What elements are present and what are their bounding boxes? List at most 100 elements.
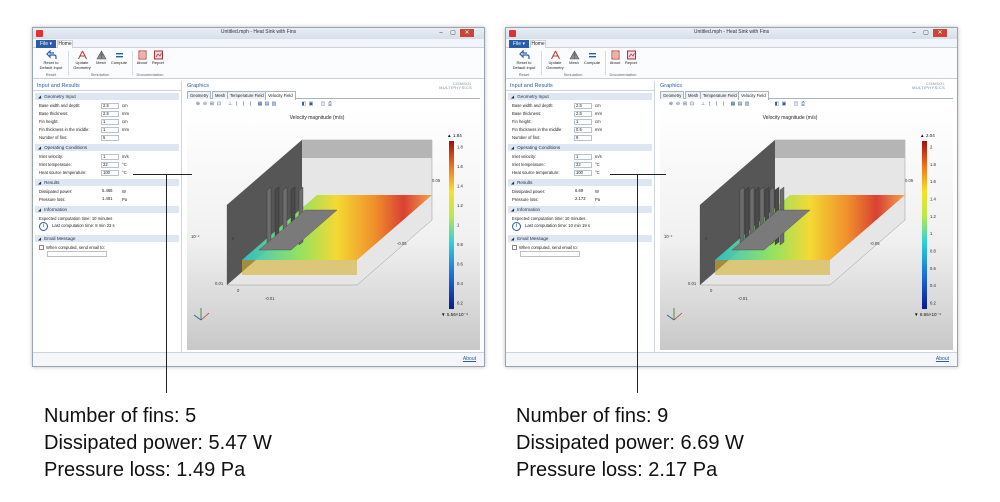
email-address-input[interactable] <box>47 251 107 257</box>
plot-canvas[interactable]: Velocity magnitude (m/s) 0.05 0.01 0 -0.01 0-… <box>187 110 480 350</box>
print-icon[interactable]: ⎙ <box>327 101 333 107</box>
tab-geometry[interactable]: Geometry <box>187 91 212 99</box>
close-button[interactable]: ✕ <box>460 29 474 37</box>
wireframe-icon[interactable]: ▥ <box>744 101 750 107</box>
grid-icon[interactable]: ▦ <box>257 101 263 107</box>
section-email-message[interactable]: ◢ Email Message <box>35 235 179 242</box>
fin-thickness-input[interactable]: 0.5 <box>574 127 592 133</box>
compute-button[interactable]: Compute <box>109 50 129 66</box>
zoom-out-icon[interactable]: ⊖ <box>202 101 208 107</box>
view-axis-icon[interactable]: ⊥ <box>227 101 233 107</box>
email-checkbox[interactable] <box>39 245 44 251</box>
view-zx-icon[interactable]: ⌊ <box>721 101 727 107</box>
section-information[interactable]: ◢ Information <box>35 206 179 213</box>
zoom-in-icon[interactable]: ⊕ <box>195 101 201 107</box>
base-thickness-input[interactable]: 2.5 <box>101 111 119 117</box>
mesh-button[interactable]: Mesh <box>93 50 109 66</box>
scene-light-icon[interactable]: ◧ <box>774 101 780 107</box>
scene-light-icon[interactable]: ◧ <box>301 101 307 107</box>
view-axis-icon[interactable]: ⊥ <box>700 101 706 107</box>
about-button[interactable]: About <box>607 50 623 66</box>
number-of-fins-input[interactable]: 9 <box>574 135 592 141</box>
section-email-message[interactable]: ◢ Email Message <box>508 235 652 242</box>
fin-height-input[interactable]: 1 <box>101 119 119 125</box>
zoom-extents-icon[interactable]: ⊡ <box>689 101 695 107</box>
compute-button[interactable]: Compute <box>582 50 602 66</box>
maximize-button[interactable]: ▢ <box>448 29 458 37</box>
caption-power: Dissipated power: 6.69 W <box>516 432 744 454</box>
camera-icon[interactable]: ◫ <box>793 101 799 107</box>
tab-velocity-field[interactable]: Velocity Field <box>738 91 769 100</box>
base-thickness-input[interactable]: 2.5 <box>574 111 592 117</box>
render-icon[interactable]: ▣ <box>781 101 787 107</box>
wireframe-icon[interactable]: ▥ <box>271 101 277 107</box>
email-checkbox[interactable] <box>512 245 517 251</box>
view-yz-icon[interactable]: ⌊ <box>714 101 720 107</box>
update-geometry-button[interactable]: Update Geometry <box>544 50 566 70</box>
zoom-box-icon[interactable]: ⊞ <box>682 101 688 107</box>
tab-geometry[interactable]: Geometry <box>660 91 685 99</box>
base-width-input[interactable]: 2.5 <box>574 103 592 109</box>
fin-height-input[interactable]: 1 <box>574 119 592 125</box>
inlet-temperature-input[interactable]: 22 <box>574 162 592 168</box>
transparency-icon[interactable]: ▤ <box>264 101 270 107</box>
report-button[interactable]: Report <box>150 50 166 66</box>
mesh-button[interactable]: Mesh <box>566 50 582 66</box>
view-xy-icon[interactable]: ⌊ <box>707 101 713 107</box>
transparency-icon[interactable]: ▤ <box>737 101 743 107</box>
tab-mesh[interactable]: Mesh <box>685 91 702 99</box>
file-menu-tab[interactable]: File ▾ <box>36 40 56 48</box>
section-operating-conditions[interactable]: ◢ Operating Conditions <box>508 144 652 151</box>
render-icon[interactable]: ▣ <box>308 101 314 107</box>
file-menu-tab[interactable]: File ▾ <box>509 40 529 48</box>
section-results[interactable]: ◢ Results <box>35 179 179 186</box>
window-title: Untitled.mph - Heat Sink with Fins <box>220 29 297 35</box>
about-link[interactable]: About <box>936 356 949 362</box>
tab-mesh[interactable]: Mesh <box>212 91 229 99</box>
base-width-input[interactable]: 2.5 <box>101 103 119 109</box>
section-operating-conditions[interactable]: ◢ Operating Conditions <box>35 144 179 151</box>
colorbar-tick-label: 0.2 <box>930 301 936 306</box>
print-icon[interactable]: ⎙ <box>800 101 806 107</box>
camera-icon[interactable]: ◫ <box>320 101 326 107</box>
reset-button[interactable]: Reset to Default Input <box>510 50 538 70</box>
number-of-fins-input[interactable]: 5 <box>101 135 119 141</box>
update-geometry-button[interactable]: Update Geometry <box>71 50 93 70</box>
report-button[interactable]: Report <box>623 50 639 66</box>
inlet-velocity-input[interactable]: 1 <box>101 154 119 160</box>
status-bar: About <box>33 352 484 366</box>
zoom-out-icon[interactable]: ⊖ <box>675 101 681 107</box>
section-results[interactable]: ◢ Results <box>508 179 652 186</box>
inlet-velocity-input[interactable]: 1 <box>574 154 592 160</box>
plot-canvas[interactable]: Velocity magnitude (m/s) 0.05 0.01 0 -0.01 0-… <box>660 110 953 350</box>
about-button[interactable]: About <box>134 50 150 66</box>
email-address-input[interactable] <box>520 251 580 257</box>
heat-source-input[interactable]: 100 <box>574 170 592 176</box>
reset-button[interactable]: Reset to Default Input <box>37 50 65 70</box>
view-yz-icon[interactable]: ⌊ <box>241 101 247 107</box>
tab-temperature-field[interactable]: Temperature Field <box>227 91 267 99</box>
email-checkbox-row[interactable]: When computed, send email to: <box>512 244 654 251</box>
view-zx-icon[interactable]: ⌊ <box>248 101 254 107</box>
section-geometry-input[interactable]: ◢ Geometry Input <box>508 93 652 100</box>
heat-source-input[interactable]: 100 <box>101 170 119 176</box>
maximize-button[interactable]: ▢ <box>921 29 931 37</box>
view-xy-icon[interactable]: ⌊ <box>234 101 240 107</box>
section-information[interactable]: ◢ Information <box>508 206 652 213</box>
section-geometry-input[interactable]: ◢ Geometry Input <box>35 93 179 100</box>
heat-sink-fin <box>266 186 272 246</box>
fin-thickness-input[interactable]: 1 <box>101 127 119 133</box>
email-checkbox-row[interactable]: When computed, send email to: <box>39 244 181 251</box>
zoom-in-icon[interactable]: ⊕ <box>668 101 674 107</box>
about-link[interactable]: About <box>463 356 476 362</box>
close-button[interactable]: ✕ <box>933 29 947 37</box>
minimize-button[interactable]: – <box>909 29 919 37</box>
tab-velocity-field[interactable]: Velocity Field <box>265 91 296 100</box>
tab-temperature-field[interactable]: Temperature Field <box>700 91 740 99</box>
zoom-box-icon[interactable]: ⊞ <box>209 101 215 107</box>
inlet-temperature-input[interactable]: 22 <box>101 162 119 168</box>
zoom-extents-icon[interactable]: ⊡ <box>216 101 222 107</box>
grid-icon[interactable]: ▦ <box>730 101 736 107</box>
field-base-thickness: Base thickness: 2.5 mm <box>39 111 129 117</box>
minimize-button[interactable]: – <box>436 29 446 37</box>
